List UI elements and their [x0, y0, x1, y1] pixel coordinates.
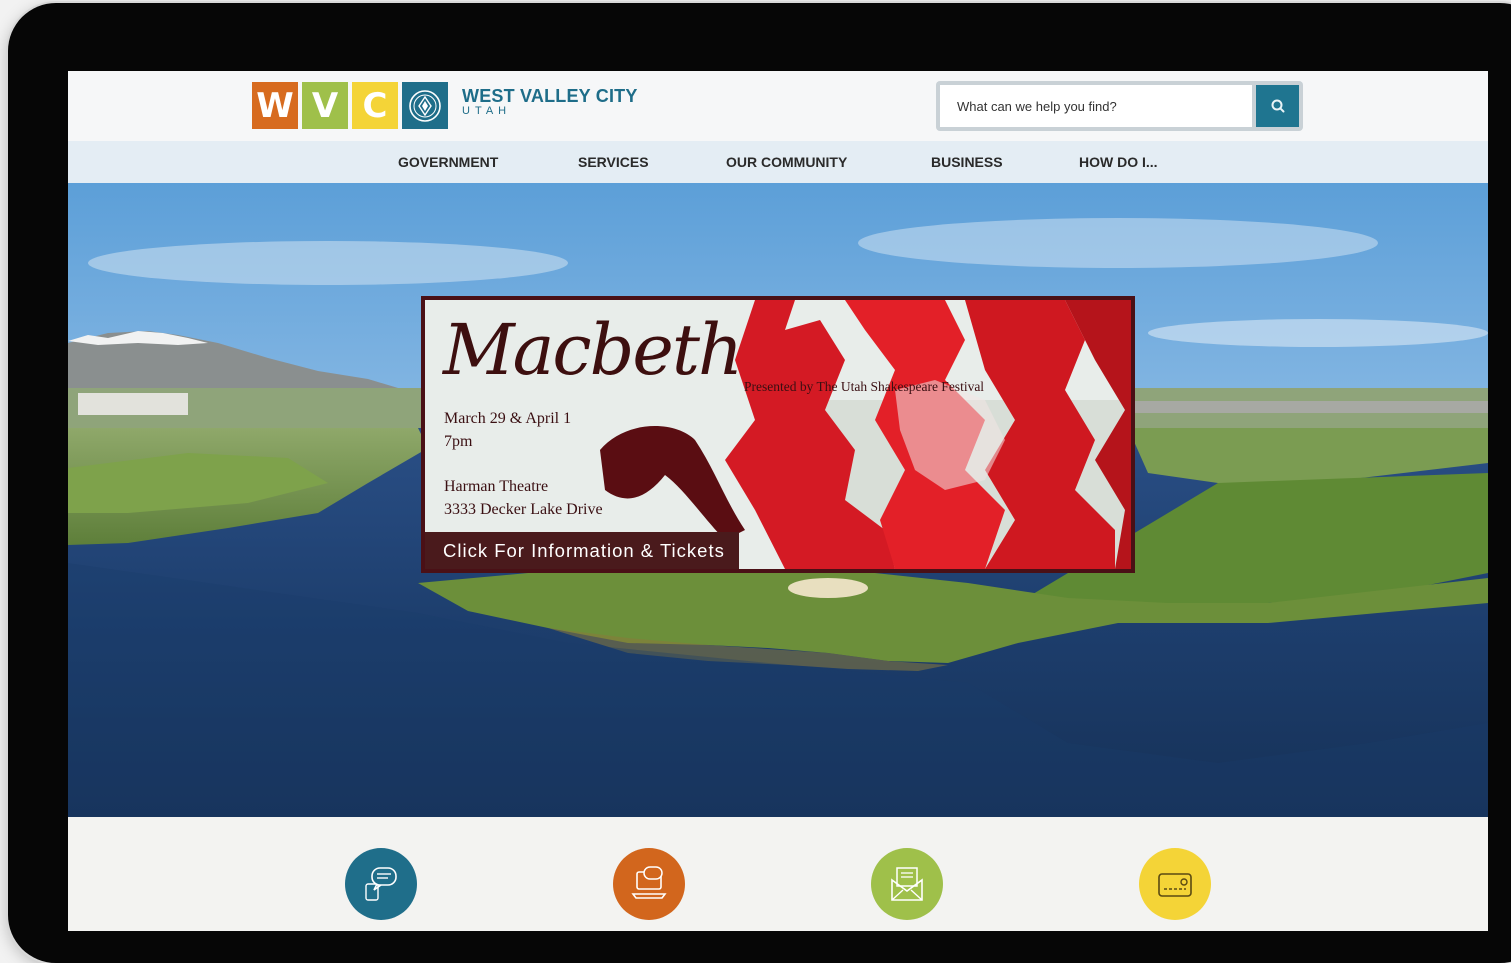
nav-item-government[interactable]: GOVERNMENT	[398, 154, 498, 170]
event-banner-inner: Macbeth Presented by The Utah Shakespear…	[425, 300, 1131, 569]
search-input[interactable]	[940, 85, 1252, 127]
event-time: 7pm	[444, 433, 473, 450]
logo-tile-v: V	[302, 82, 348, 129]
browser-viewport: W V C WEST VALLEY CITY UTAH What can we …	[68, 71, 1488, 931]
nav-item-services[interactable]: SERVICES	[578, 154, 649, 170]
nav-item-business[interactable]: BUSINESS	[931, 154, 1003, 170]
city-name: WEST VALLEY CITY	[462, 86, 638, 106]
city-seal-icon	[402, 82, 448, 129]
site-header: W V C WEST VALLEY CITY UTAH	[68, 71, 1488, 141]
presenter-text: Presented by The Utah Shakespeare Festiv…	[744, 379, 985, 394]
main-nav: GOVERNMENT SERVICES OUR COMMUNITY BUSINE…	[68, 141, 1488, 183]
chat-bubbles-icon[interactable]	[345, 848, 417, 920]
play-title: Macbeth	[443, 309, 743, 391]
quick-links-bar	[68, 817, 1488, 931]
hero-section: Macbeth Presented by The Utah Shakespear…	[68, 183, 1488, 817]
payment-card-icon[interactable]	[1139, 848, 1211, 920]
event-date: March 29 & April 1	[444, 410, 572, 427]
site-logo[interactable]: W V C WEST VALLEY CITY UTAH	[252, 82, 638, 130]
laptop-frame: W V C WEST VALLEY CITY UTAH What can we …	[8, 3, 1511, 963]
info-tickets-button[interactable]: Click For Information & Tickets	[425, 532, 739, 569]
nav-item-how-do-i[interactable]: HOW DO I...	[1079, 154, 1158, 170]
event-venue: Harman Theatre	[444, 478, 549, 495]
event-address: 3333 Decker Lake Drive	[444, 501, 603, 518]
state-name: UTAH	[462, 105, 512, 117]
laptop-chat-icon[interactable]	[613, 848, 685, 920]
event-banner[interactable]: Macbeth Presented by The Utah Shakespear…	[421, 296, 1135, 573]
nav-item-our-community[interactable]: OUR COMMUNITY	[726, 154, 847, 170]
envelope-icon[interactable]	[871, 848, 943, 920]
search-box	[936, 81, 1303, 131]
logo-tile-c: C	[352, 82, 398, 129]
logo-tile-w: W	[252, 82, 298, 129]
search-icon	[1271, 99, 1284, 113]
logo-text: WEST VALLEY CITY UTAH	[462, 82, 638, 130]
search-button[interactable]	[1256, 85, 1299, 127]
